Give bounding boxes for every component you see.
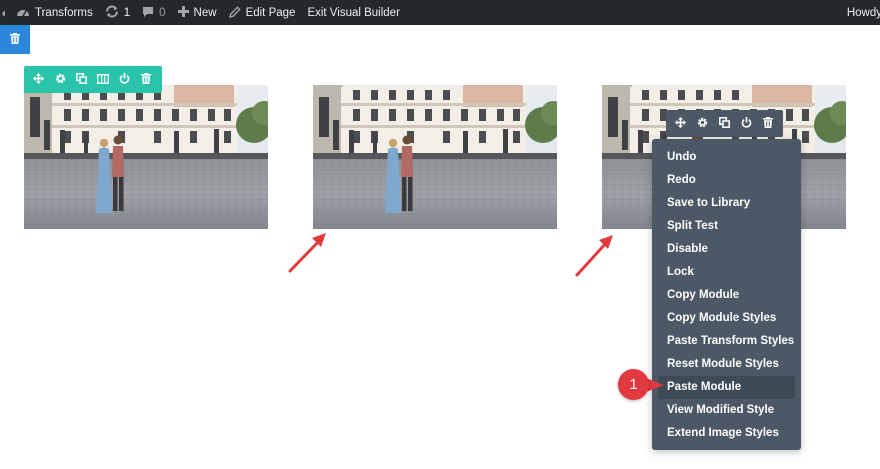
howdy-greeting: Howdy bbox=[846, 6, 880, 19]
step-marker: 1 bbox=[618, 369, 649, 400]
pencil-icon bbox=[228, 5, 241, 20]
columns-button[interactable] bbox=[93, 66, 115, 93]
exit-visual-builder-link[interactable]: Exit Visual Builder bbox=[301, 0, 405, 25]
power-icon bbox=[741, 115, 752, 133]
gallery-image-2[interactable] bbox=[313, 85, 557, 229]
settings-button[interactable] bbox=[692, 110, 714, 137]
duplicate-button[interactable] bbox=[71, 66, 93, 93]
move-icon bbox=[33, 71, 45, 89]
menu-item-paste-module[interactable]: Paste Module bbox=[658, 376, 795, 399]
trash-icon bbox=[10, 31, 20, 49]
wordpress-logo-icon: ◖ bbox=[0, 5, 8, 20]
trash-icon bbox=[763, 115, 774, 133]
gear-icon bbox=[55, 71, 66, 89]
duplicate-button[interactable] bbox=[714, 110, 736, 137]
exit-visual-builder-label: Exit Visual Builder bbox=[307, 6, 400, 19]
move-icon bbox=[675, 115, 687, 133]
menu-item-redo[interactable]: Redo bbox=[652, 169, 801, 192]
power-icon bbox=[119, 71, 130, 89]
wordpress-menu[interactable]: ◖ bbox=[0, 0, 10, 25]
menu-item-extend-image-styles[interactable]: Extend Image Styles bbox=[652, 422, 801, 445]
context-menu: Undo Redo Save to Library Split Test Dis… bbox=[652, 139, 801, 450]
delete-button[interactable] bbox=[136, 66, 158, 93]
move-button[interactable] bbox=[670, 110, 692, 137]
menu-item-split-test[interactable]: Split Test bbox=[652, 215, 801, 238]
gear-icon bbox=[697, 115, 708, 133]
edit-page-link[interactable]: Edit Page bbox=[223, 0, 302, 25]
duplicate-icon bbox=[719, 115, 730, 133]
account-menu[interactable]: Howdy bbox=[847, 0, 880, 25]
menu-item-save-to-library[interactable]: Save to Library bbox=[652, 192, 801, 215]
disable-button[interactable] bbox=[735, 110, 757, 137]
updates-count: 1 bbox=[123, 6, 131, 19]
move-button[interactable] bbox=[28, 66, 50, 93]
comments-link[interactable]: 0 bbox=[136, 0, 171, 25]
updates-link[interactable]: 1 bbox=[99, 0, 136, 25]
red-arrow-icon bbox=[288, 233, 326, 273]
step-number: 1 bbox=[629, 376, 638, 393]
menu-item-undo[interactable]: Undo bbox=[652, 146, 801, 169]
comments-count: 0 bbox=[159, 6, 166, 19]
menu-item-view-modified-style[interactable]: View Modified Style bbox=[652, 399, 801, 422]
edit-page-label: Edit Page bbox=[245, 6, 296, 19]
admin-bar: ◖ Transforms 1 0 New Edit Page Exit Visu… bbox=[0, 0, 880, 25]
delete-button[interactable] bbox=[757, 110, 779, 137]
menu-item-reset-module-styles[interactable]: Reset Module Styles bbox=[652, 353, 801, 376]
trash-icon bbox=[141, 71, 152, 89]
menu-item-disable[interactable]: Disable bbox=[652, 238, 801, 261]
duplicate-icon bbox=[76, 71, 88, 89]
settings-button[interactable] bbox=[50, 66, 72, 93]
menu-item-copy-module-styles[interactable]: Copy Module Styles bbox=[652, 307, 801, 330]
dashboard-gauge-icon bbox=[16, 6, 30, 19]
red-arrow-icon bbox=[575, 235, 613, 277]
menu-item-paste-transform-styles[interactable]: Paste Transform Styles bbox=[652, 330, 801, 353]
module-toolbar-secondary bbox=[666, 110, 783, 137]
menu-item-lock[interactable]: Lock bbox=[652, 261, 801, 284]
gallery-image-1[interactable] bbox=[24, 85, 268, 229]
site-name: Transforms bbox=[35, 6, 93, 19]
site-name-link[interactable]: Transforms bbox=[10, 0, 99, 25]
new-content-link[interactable]: New bbox=[172, 0, 223, 25]
page-settings-button[interactable] bbox=[0, 25, 30, 54]
plus-icon bbox=[177, 6, 189, 19]
menu-item-copy-module[interactable]: Copy Module bbox=[652, 284, 801, 307]
columns-icon bbox=[97, 71, 110, 89]
disable-button[interactable] bbox=[114, 66, 136, 93]
comment-bubble-icon bbox=[142, 6, 154, 20]
refresh-icon bbox=[105, 5, 119, 20]
new-label: New bbox=[193, 6, 217, 19]
module-toolbar bbox=[24, 66, 162, 93]
